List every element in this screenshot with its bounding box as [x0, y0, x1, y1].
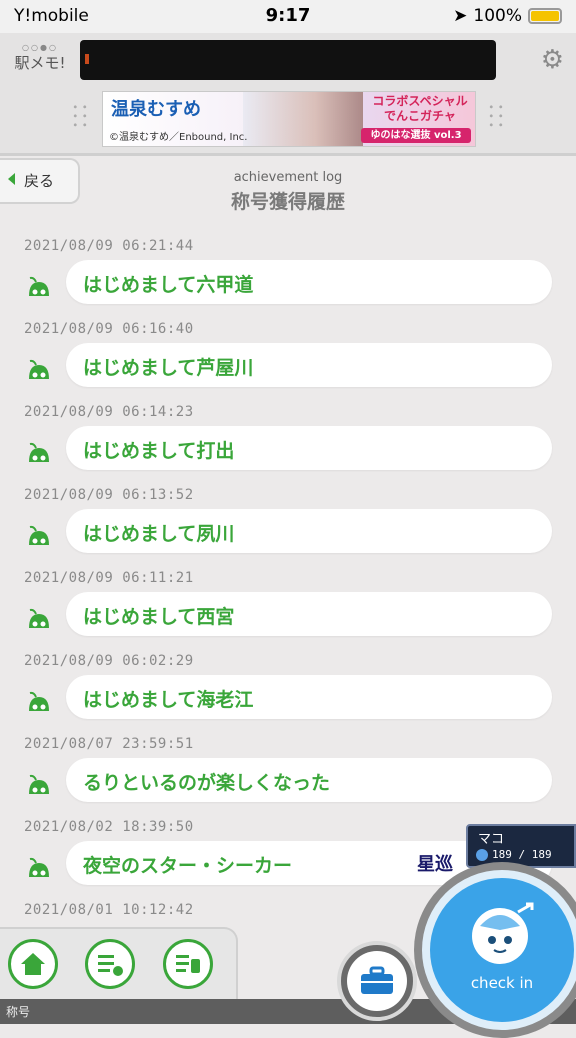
banner-sub: ゆのはな選抜 vol.3	[361, 128, 471, 143]
achievement-icon	[29, 691, 49, 711]
check-in-label: check in	[470, 974, 534, 992]
bottom-nav	[0, 927, 238, 1001]
app-header: ○○●○ 駅メモ! ⚙ ∙ ∙ ∙ ∙ ∙ ∙ 温泉むすめ ©温泉むすめ／Enbou…	[0, 33, 576, 156]
entry-date: 2021/08/09 06:13:52	[24, 487, 194, 503]
achievement-icon	[29, 525, 49, 545]
status-bar: Y!mobile 9:17 ➤ 100%	[0, 0, 576, 33]
entry-date: 2021/08/09 06:16:40	[24, 321, 194, 337]
partner-name: マコ	[478, 832, 505, 847]
current-screen-label: 称号	[6, 1005, 31, 1019]
partner-hp-panel[interactable]: マコ 189 / 189	[466, 824, 576, 868]
entry-date: 2021/08/07 23:59:51	[24, 736, 194, 752]
battery-icon	[528, 8, 562, 24]
train-list-icon	[176, 955, 200, 973]
achievement-pill[interactable]: はじめまして海老江	[66, 675, 552, 719]
items-button[interactable]	[337, 941, 417, 1021]
achievement-icon	[29, 442, 49, 462]
briefcase-icon	[361, 966, 393, 994]
achievement-pill[interactable]: はじめまして芦屋川	[66, 343, 552, 387]
location-icon: ➤	[453, 6, 468, 26]
list-icon	[98, 955, 123, 976]
promo-banner[interactable]: 温泉むすめ ©温泉むすめ／Enbound, Inc. コラボスペシャル でんこガ…	[102, 91, 476, 147]
achievement-pill[interactable]: はじめまして夙川	[66, 509, 552, 553]
check-in-button[interactable]: check in	[414, 862, 576, 1038]
banner-promo: コラボスペシャル でんこガチャ	[372, 94, 468, 123]
achievement-icon	[29, 359, 49, 379]
entry-date: 2021/08/09 06:02:29	[24, 653, 194, 669]
home-icon	[21, 953, 45, 975]
dots-decoration-left: ∙ ∙ ∙ ∙ ∙ ∙	[72, 102, 88, 131]
partner-hp: 189 / 189	[492, 848, 552, 861]
banner-credit: ©温泉むすめ／Enbound, Inc.	[109, 132, 248, 143]
achievement-icon	[29, 276, 49, 296]
entry-date: 2021/08/09 06:21:44	[24, 238, 194, 254]
gear-icon[interactable]: ⚙	[541, 45, 564, 75]
entry-date: 2021/08/09 06:14:23	[24, 404, 194, 420]
banner-art	[243, 92, 363, 146]
banner-title: 温泉むすめ	[111, 99, 201, 120]
achievement-title: はじめまして海老江	[83, 689, 254, 711]
achievement-title: 夜空のスター・シーカー	[83, 855, 293, 877]
page-subtitle: achievement log	[233, 170, 343, 185]
page-title: 称号獲得履歴	[230, 191, 345, 213]
achievement-icon	[29, 857, 49, 877]
station-list-button[interactable]	[163, 939, 213, 989]
battery-percent: 100%	[473, 6, 522, 26]
achievement-title: はじめまして芦屋川	[83, 357, 254, 379]
home-button[interactable]	[8, 939, 58, 989]
entry-date: 2021/08/02 18:39:50	[24, 819, 194, 835]
achievement-icon	[29, 608, 49, 628]
checkin-character-icon	[472, 902, 534, 964]
dots-decoration-right: ∙ ∙ ∙ ∙ ∙ ∙	[488, 102, 504, 131]
news-ticker[interactable]	[80, 40, 496, 80]
achievement-pill[interactable]: はじめまして西宮	[66, 592, 552, 636]
achievement-pill[interactable]: はじめまして打出	[66, 426, 552, 470]
entry-date: 2021/08/01 10:12:42	[24, 902, 194, 918]
achievement-title: はじめまして西宮	[83, 606, 235, 628]
achievement-pill[interactable]: はじめまして六甲道	[66, 260, 552, 304]
achievement-title: はじめまして夙川	[83, 523, 235, 545]
achievement-pill[interactable]: るりといるのが楽しくなった	[66, 758, 552, 802]
app-logo: ○○●○ 駅メモ!	[14, 43, 66, 72]
entry-date: 2021/08/09 06:11:21	[24, 570, 194, 586]
achievement-title: るりといるのが楽しくなった	[83, 772, 331, 794]
status-right: ➤ 100%	[453, 6, 562, 26]
achievement-title: はじめまして六甲道	[83, 274, 254, 296]
star-label: 星巡	[417, 854, 453, 875]
hp-icon	[476, 849, 488, 861]
achievement-icon	[29, 774, 49, 794]
denko-list-button[interactable]	[85, 939, 135, 989]
achievement-title: はじめまして打出	[83, 440, 235, 462]
